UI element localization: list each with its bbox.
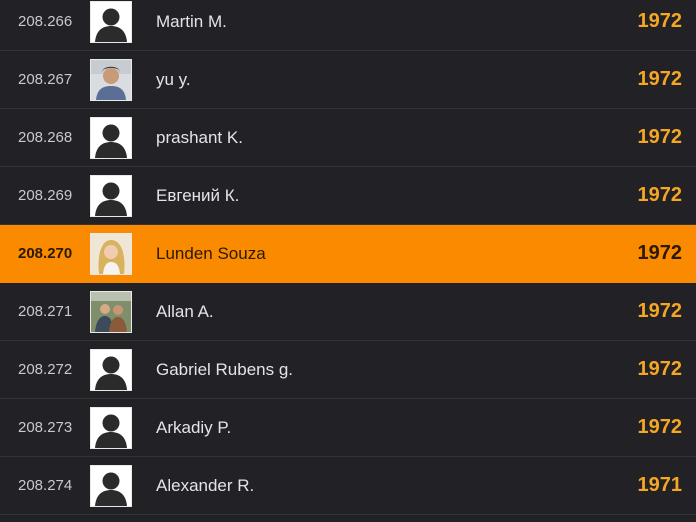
player-name: Евгений К. [156, 185, 240, 205]
silhouette-icon [91, 117, 131, 158]
rank-number: 208.269 [18, 187, 73, 204]
rank-number: 208.270 [18, 245, 73, 262]
player-name: Allan A. [156, 301, 214, 321]
leaderboard-row[interactable]: 208.274 Alexander R. 1971 [0, 457, 696, 515]
rank-number: 208.273 [18, 419, 73, 436]
player-name: Martin M. [156, 11, 227, 31]
silhouette-icon [91, 175, 131, 216]
leaderboard-row[interactable]: 208.273 Arkadiy P. 1972 [0, 399, 696, 457]
player-name: Lunden Souza [156, 243, 266, 263]
avatar [90, 464, 132, 507]
user-photo [91, 59, 131, 100]
leaderboard-row[interactable]: 208.269 Евгений К. 1972 [0, 167, 696, 225]
leaderboard-row-current-user[interactable]: 208.270 Lunden Souza 1972 [0, 225, 696, 283]
silhouette-icon [91, 349, 131, 390]
player-rating: 1972 [637, 300, 683, 322]
player-rating: 1972 [637, 242, 683, 264]
avatar [90, 0, 132, 43]
silhouette-icon [91, 1, 131, 42]
player-name: Alexander R. [156, 475, 255, 495]
player-rating: 1971 [637, 474, 683, 496]
avatar [90, 290, 132, 333]
user-photo [91, 233, 131, 274]
player-name: Gabriel Rubens g. [156, 359, 294, 379]
avatar [90, 348, 132, 391]
player-rating: 1972 [637, 416, 683, 438]
player-rating: 1972 [637, 10, 683, 32]
leaderboard-row[interactable]: 208.268 prashant K. 1972 [0, 109, 696, 167]
avatar [90, 58, 132, 101]
rank-number: 208.274 [18, 477, 73, 494]
avatar [90, 174, 132, 217]
avatar [90, 232, 132, 275]
player-name: yu y. [156, 69, 191, 89]
leaderboard-row[interactable]: 208.267 yu y. 1972 [0, 51, 696, 109]
rank-number: 208.268 [18, 129, 73, 146]
leaderboard-row[interactable]: 208.272 Gabriel Rubens g. 1972 [0, 341, 696, 399]
rank-number: 208.272 [18, 361, 73, 378]
player-name: Arkadiy P. [156, 417, 232, 437]
leaderboard-row[interactable]: 208.266 Martin M. 1972 [0, 0, 696, 51]
avatar [90, 116, 132, 159]
silhouette-icon [91, 407, 131, 448]
player-rating: 1972 [637, 358, 683, 380]
player-rating: 1972 [637, 68, 683, 90]
leaderboard-list: 208.266 Martin M. 1972 208.267 yu y. 197… [0, 0, 696, 515]
player-rating: 1972 [637, 126, 683, 148]
player-name: prashant K. [156, 127, 243, 147]
avatar [90, 406, 132, 449]
user-photo [91, 291, 131, 332]
leaderboard-row[interactable]: 208.271 Allan A. 1972 [0, 283, 696, 341]
player-rating: 1972 [637, 184, 683, 206]
silhouette-icon [91, 465, 131, 506]
rank-number: 208.271 [18, 303, 73, 320]
rank-number: 208.266 [18, 13, 73, 30]
rank-number: 208.267 [18, 71, 73, 88]
